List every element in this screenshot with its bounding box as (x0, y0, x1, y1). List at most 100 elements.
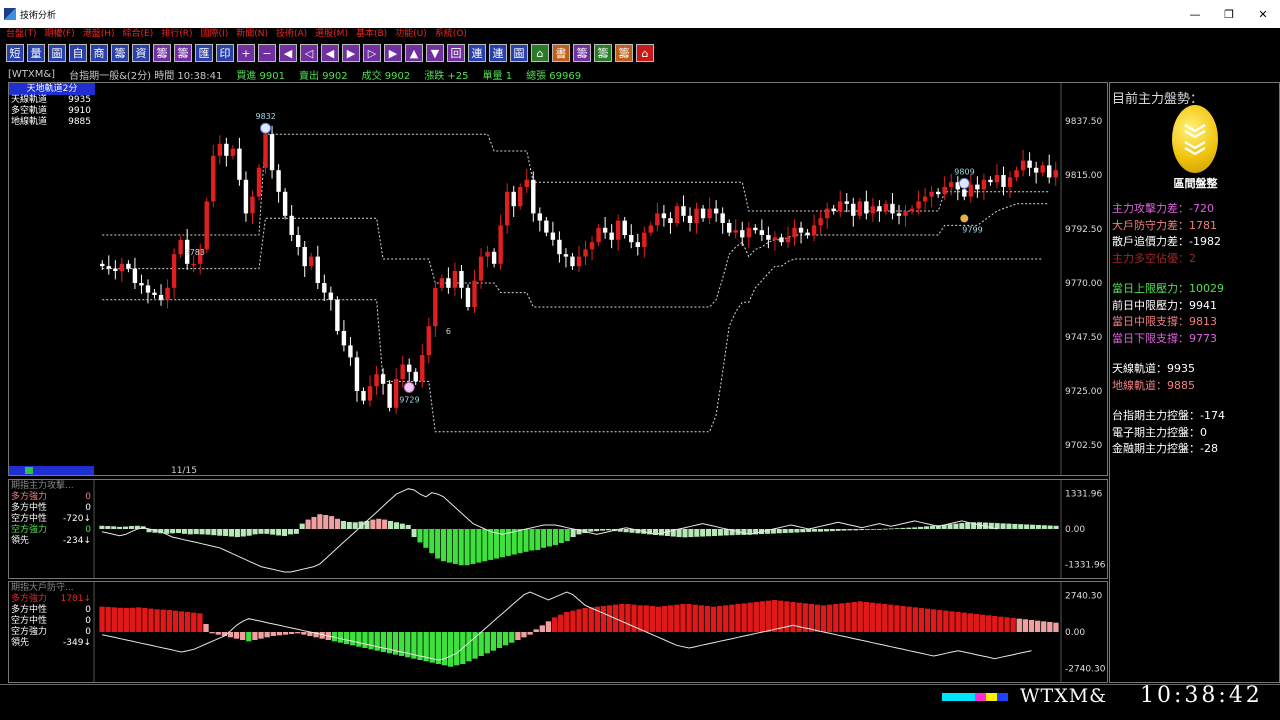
indicator-title[interactable]: 期指主力攻擊... (9, 480, 95, 492)
indicator-bar (223, 529, 229, 536)
indicator-bar (841, 529, 847, 531)
indicator-bar (521, 632, 527, 638)
indicator-bar (686, 604, 692, 632)
toolbar-button-7[interactable]: 籌 (153, 44, 171, 62)
app-icon (4, 8, 16, 20)
indicator-bar (128, 526, 134, 529)
menu-item-3[interactable]: 綜合(E) (123, 28, 154, 40)
indicator-legend-row: 多方強力 0 (9, 492, 95, 503)
toolbar-button-2[interactable]: 圖 (48, 44, 66, 62)
indicator-bar (217, 529, 223, 536)
toolbar-button-19[interactable]: ▲ (405, 44, 423, 62)
toolbar-button-4[interactable]: 商 (90, 44, 108, 62)
legend-value: 9910 (68, 106, 91, 116)
toolbar-button-30[interactable]: ⌂ (636, 44, 654, 62)
indicator-bar (1035, 524, 1041, 529)
main-chart-panel: 9837.50 9815.00 9792.50 9770.00 9747.50 9725.… (8, 82, 1108, 476)
candle-body (576, 256, 582, 267)
indicator-bar (808, 604, 815, 632)
indicator-bar (564, 529, 570, 542)
menu-item-10[interactable]: 功能(U) (395, 28, 427, 40)
toolbar-button-23[interactable]: 連 (489, 44, 507, 62)
indicator-bar (682, 529, 688, 538)
toolbar-button-14[interactable]: ◁ (300, 44, 318, 62)
toolbar-button-12[interactable]: − (258, 44, 276, 62)
indicator-bar (606, 605, 613, 632)
indicator-bar (923, 526, 930, 529)
toolbar-button-28[interactable]: 籌 (594, 44, 612, 62)
toolbar-button-10[interactable]: 印 (216, 44, 234, 62)
menu-item-4[interactable]: 排行(R) (161, 28, 192, 40)
indicator-bar (435, 529, 441, 559)
indicator-label: 空方中性 (11, 514, 48, 524)
candle-body (348, 345, 353, 358)
indicator-bar (350, 632, 356, 646)
indicator-tick-label: -2740.30 (1065, 665, 1106, 675)
minimize-button[interactable]: — (1178, 0, 1212, 28)
menu-item-5[interactable]: 國際(I) (201, 28, 229, 40)
maximize-button[interactable]: ❐ (1212, 0, 1246, 28)
toolbar-button-26[interactable]: 書 (552, 44, 570, 62)
indicator-bar (953, 523, 959, 529)
indicator-bar (496, 632, 503, 648)
candle-body (648, 225, 654, 233)
candle-body (570, 256, 575, 267)
menu-item-9[interactable]: 基本(B) (356, 28, 387, 40)
indicator-bar (924, 608, 931, 632)
toolbar-button-24[interactable]: 圖 (510, 44, 528, 62)
candle-body (276, 170, 281, 192)
toolbar-button-21[interactable]: 回 (447, 44, 465, 62)
menu-item-2[interactable]: 港盤(H) (83, 28, 115, 40)
toolbar-button-18[interactable]: ▶ (384, 44, 402, 62)
toolbar-button-8[interactable]: 籌 (174, 44, 192, 62)
toolbar-button-5[interactable]: 籌 (111, 44, 129, 62)
toolbar-button-0[interactable]: 短 (6, 44, 24, 62)
candle-body (309, 256, 314, 267)
menu-item-11[interactable]: 系統(O) (435, 28, 467, 40)
toolbar-button-17[interactable]: ▷ (363, 44, 381, 62)
indicator-bar (539, 625, 545, 632)
menu-item-6[interactable]: 新聞(N) (236, 28, 268, 40)
toolbar-button-20[interactable]: ▼ (426, 44, 444, 62)
menu-item-1[interactable]: 期權(F) (45, 28, 75, 40)
candle-body (981, 179, 987, 190)
menu-item-0[interactable]: 台盤(T) (6, 28, 37, 40)
toolbar-button-29[interactable]: 籌 (615, 44, 633, 62)
close-button[interactable]: ✕ (1246, 0, 1280, 28)
toolbar-button-3[interactable]: 自 (69, 44, 87, 62)
indicator-title[interactable]: 期指大戶防守... (9, 582, 95, 594)
toolbar-button-27[interactable]: 籌 (573, 44, 591, 62)
indicator-bar (446, 529, 452, 563)
chart-scrollbar[interactable] (9, 466, 94, 475)
candle-body (413, 371, 418, 382)
indicator-panel-attack: 1331.96 0.00 -1331.96 期指主力攻擊... 多方強力 0 多方中性 0… (8, 479, 1108, 579)
candle-body (269, 134, 275, 171)
main-chart-indicator-title[interactable]: 天地軌道2分 (9, 83, 95, 95)
indicator-bar (623, 529, 629, 533)
attack-indicator-chart[interactable]: 1331.96 0.00 -1331.96 (9, 480, 1107, 578)
indicator-bar (240, 632, 246, 640)
toolbar-button-9[interactable]: 匯 (195, 44, 213, 62)
defense-indicator-chart[interactable]: 2740.30 0.00 -2740.30 (9, 582, 1107, 682)
price-tick-label: 9837.50 (1065, 117, 1102, 127)
high-annotation: 9809 (954, 167, 974, 176)
indicator-legend-row: 多方中性 0 (9, 605, 95, 616)
indicator-bar (246, 529, 252, 536)
indicator-bar (643, 605, 649, 632)
menu-item-8[interactable]: 選股(M) (315, 28, 348, 40)
toolbar-button-15[interactable]: ◀ (321, 44, 339, 62)
menu-item-7[interactable]: 技術(A) (276, 28, 307, 40)
toolbar-button-16[interactable]: ▶ (342, 44, 360, 62)
indicator-bar (1010, 618, 1016, 632)
candlestick-chart[interactable]: 9837.50 9815.00 9792.50 9770.00 9747.50 9725.… (9, 83, 1107, 475)
toolbar-button-1[interactable]: 量 (27, 44, 45, 62)
toolbar-button-11[interactable]: + (237, 44, 255, 62)
toolbar-button-13[interactable]: ◀ (279, 44, 297, 62)
toolbar-button-6[interactable]: 資 (132, 44, 150, 62)
toolbar-button-25[interactable]: ⌂ (531, 44, 549, 62)
scrollbar-thumb[interactable] (25, 467, 33, 474)
indicator-bar (340, 520, 346, 529)
candle-body (400, 364, 405, 379)
candle-body (374, 374, 379, 387)
toolbar-button-22[interactable]: 連 (468, 44, 486, 62)
